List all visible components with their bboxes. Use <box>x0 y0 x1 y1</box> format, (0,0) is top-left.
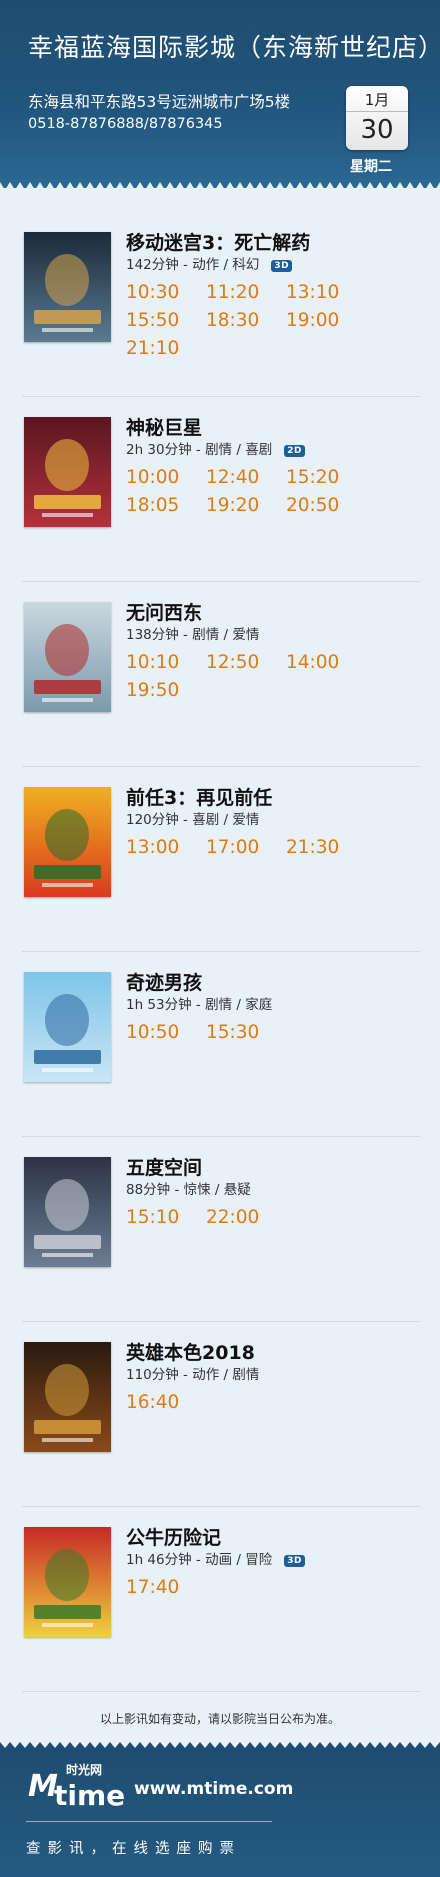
movie-duration-genre: 110分钟 - 动作 / 剧情 <box>126 1367 260 1383</box>
showtime[interactable]: 22:00 <box>206 1207 286 1235</box>
movie-meta: 138分钟 - 剧情 / 爱情 <box>126 623 259 643</box>
movie-duration-genre: 1h 46分钟 - 动画 / 冒险 <box>126 1552 273 1568</box>
movie-title[interactable]: 英雄本色2018 <box>126 1338 255 1365</box>
poster-wonder-icon[interactable] <box>24 972 111 1082</box>
poster-five-dimensions-icon[interactable] <box>24 1157 111 1267</box>
movie-item[interactable]: 无问西东 138分钟 - 剧情 / 爱情 10:10 12:50 14:00 19:50 <box>0 582 440 767</box>
poster-maze-runner-icon[interactable] <box>24 232 111 342</box>
movie-meta: 88分钟 - 惊悚 / 悬疑 <box>126 1178 251 1198</box>
showtime[interactable]: 14:00 <box>286 652 366 680</box>
poster-ferdinand-icon[interactable] <box>24 1527 111 1637</box>
movie-meta: 1h 46分钟 - 动画 / 冒险 3D <box>126 1548 305 1568</box>
showtime[interactable]: 11:20 <box>206 282 286 310</box>
date-month: 1月 <box>346 86 408 112</box>
movie-duration-genre: 88分钟 - 惊悚 / 悬疑 <box>126 1182 251 1198</box>
movie-title[interactable]: 移动迷宫3：死亡解药 <box>126 228 310 255</box>
movie-duration-genre: 120分钟 - 喜剧 / 爱情 <box>126 812 260 828</box>
showtime-list: 15:10 22:00 <box>126 1207 426 1235</box>
showtime[interactable]: 17:00 <box>206 837 286 865</box>
showtime[interactable]: 15:20 <box>286 467 366 495</box>
showtime[interactable]: 15:30 <box>206 1022 286 1050</box>
format-badge: 2D <box>284 445 305 457</box>
logo-time: time <box>54 1779 126 1812</box>
showtime[interactable]: 18:05 <box>126 495 206 523</box>
showtime[interactable]: 21:10 <box>126 338 206 366</box>
format-badge: 3D <box>284 1555 305 1567</box>
movie-title[interactable]: 奇迹男孩 <box>126 968 202 995</box>
header-zigzag-edge <box>0 182 440 192</box>
weekday: 星期二 <box>350 159 392 175</box>
showtime[interactable]: 13:10 <box>286 282 366 310</box>
logo-chinese-name: 时光网 <box>66 1763 103 1777</box>
poster-ex-files-3-icon[interactable] <box>24 787 111 897</box>
movie-title[interactable]: 前任3：再见前任 <box>126 783 272 810</box>
movie-divider <box>22 1691 420 1692</box>
header: 幸福蓝海国际影城（东海新世纪店） 东海县和平东路53号远洲城市广场5楼 0518… <box>0 0 440 192</box>
movie-meta: 2h 30分钟 - 剧情 / 喜剧 2D <box>126 438 305 458</box>
movie-meta: 142分钟 - 动作 / 科幻 3D <box>126 253 293 273</box>
movie-item[interactable]: 移动迷宫3：死亡解药 142分钟 - 动作 / 科幻 3D 10:30 11:20 13:… <box>0 212 440 397</box>
showtime-list: 10:30 11:20 13:10 15:50 18:30 19:00 21:10 <box>126 282 426 366</box>
movie-meta: 120分钟 - 喜剧 / 爱情 <box>126 808 259 828</box>
movie-duration-genre: 138分钟 - 剧情 / 爱情 <box>126 627 260 643</box>
showtime[interactable]: 16:40 <box>126 1392 206 1420</box>
showtime[interactable]: 18:30 <box>206 310 286 338</box>
cinema-address: 东海县和平东路53号远洲城市广场5楼 <box>28 93 291 111</box>
poster-better-tomorrow-icon[interactable] <box>24 1342 111 1452</box>
cinema-phone[interactable]: 0518-87876888/87876345 <box>28 116 223 132</box>
showtime-list: 13:00 17:00 21:30 <box>126 837 426 865</box>
footer-slogan: 查影讯，在线选座购票 <box>26 1841 241 1857</box>
date-card: 1月 30 <box>346 86 408 150</box>
movie-item[interactable]: 公牛历险记 1h 46分钟 - 动画 / 冒险 3D 17:40 <box>0 1507 440 1692</box>
footer-divider <box>26 1821 272 1822</box>
showtime[interactable]: 21:30 <box>286 837 366 865</box>
movie-title[interactable]: 五度空间 <box>126 1153 202 1180</box>
movie-duration-genre: 142分钟 - 动作 / 科幻 <box>126 257 260 273</box>
showtime[interactable]: 10:00 <box>126 467 206 495</box>
showtime[interactable]: 13:00 <box>126 837 206 865</box>
movie-item[interactable]: 神秘巨星 2h 30分钟 - 剧情 / 喜剧 2D 10:00 12:40 15:20 18… <box>0 397 440 582</box>
poster-secret-superstar-icon[interactable] <box>24 417 111 527</box>
movie-duration-genre: 2h 30分钟 - 剧情 / 喜剧 <box>126 442 273 458</box>
showtime-list: 10:50 15:30 <box>126 1022 426 1050</box>
movie-item[interactable]: 英雄本色2018 110分钟 - 动作 / 剧情 16:40 <box>0 1322 440 1507</box>
website-link[interactable]: www.mtime.com <box>134 1779 293 1799</box>
showtime-list: 16:40 <box>126 1392 426 1420</box>
showtime-list: 10:00 12:40 15:20 18:05 19:20 20:50 <box>126 467 426 523</box>
format-badge: 3D <box>271 260 293 272</box>
movie-title[interactable]: 无问西东 <box>126 598 202 625</box>
date-day: 30 <box>360 115 394 145</box>
showtime[interactable]: 12:40 <box>206 467 286 495</box>
showtime[interactable]: 15:10 <box>126 1207 206 1235</box>
footer-zigzag-edge <box>0 1740 440 1748</box>
movie-meta: 1h 53分钟 - 剧情 / 家庭 <box>126 993 272 1013</box>
showtime[interactable]: 19:20 <box>206 495 286 523</box>
showtime-list: 17:40 <box>126 1577 426 1605</box>
showtime[interactable]: 12:50 <box>206 652 286 680</box>
movie-title[interactable]: 神秘巨星 <box>126 413 202 440</box>
mtime-logo[interactable]: M 时光网 time <box>26 1763 138 1812</box>
showtime[interactable]: 10:10 <box>126 652 206 680</box>
poster-forever-young-icon[interactable] <box>24 602 111 712</box>
showtime[interactable]: 20:50 <box>286 495 366 523</box>
showtime[interactable]: 19:00 <box>286 310 366 338</box>
movie-item[interactable]: 奇迹男孩 1h 53分钟 - 剧情 / 家庭 10:50 15:30 <box>0 952 440 1137</box>
showtime[interactable]: 19:50 <box>126 680 206 708</box>
cinema-schedule-page: 幸福蓝海国际影城（东海新世纪店） 东海县和平东路53号远洲城市广场5楼 0518… <box>0 0 440 1877</box>
movie-item[interactable]: 前任3：再见前任 120分钟 - 喜剧 / 爱情 13:00 17:00 21:30 <box>0 767 440 952</box>
movie-item[interactable]: 五度空间 88分钟 - 惊悚 / 悬疑 15:10 22:00 <box>0 1137 440 1322</box>
movie-title[interactable]: 公牛历险记 <box>126 1523 221 1550</box>
cinema-name: 幸福蓝海国际影城（东海新世纪店） <box>28 33 440 62</box>
showtime[interactable]: 10:30 <box>126 282 206 310</box>
showtime[interactable]: 15:50 <box>126 310 206 338</box>
showtime-list: 10:10 12:50 14:00 19:50 <box>126 652 426 708</box>
footer: M 时光网 time www.mtime.com 查影讯，在线选座购票 <box>0 1740 440 1877</box>
movie-duration-genre: 1h 53分钟 - 剧情 / 家庭 <box>126 997 273 1013</box>
movie-meta: 110分钟 - 动作 / 剧情 <box>126 1363 259 1383</box>
showtime[interactable]: 10:50 <box>126 1022 206 1050</box>
schedule-notice: 以上影讯如有变动，请以影院当日公布为准。 <box>99 1712 340 1726</box>
showtime[interactable]: 17:40 <box>126 1577 206 1605</box>
